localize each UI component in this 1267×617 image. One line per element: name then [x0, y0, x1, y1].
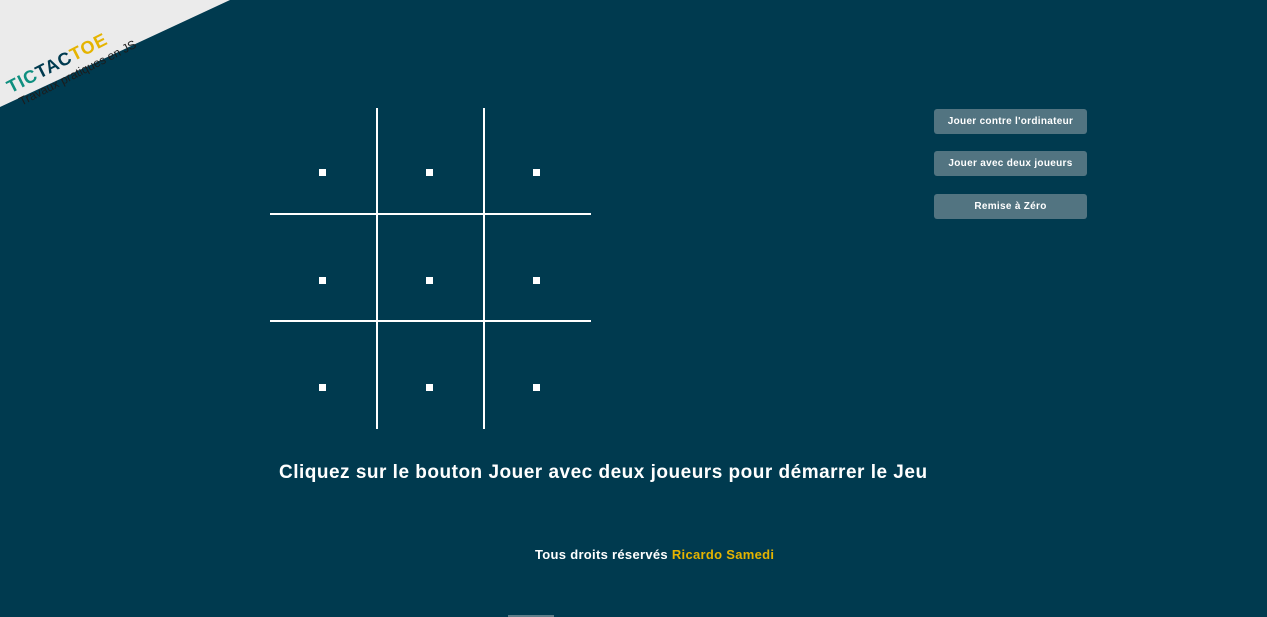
cell-marker [319, 169, 326, 176]
game-board [270, 108, 592, 430]
footer: Tous droits réservés Ricardo Samedi [535, 547, 774, 562]
board-cell-3[interactable] [484, 120, 589, 225]
board-cell-2[interactable] [377, 120, 482, 225]
play-vs-computer-button[interactable]: Jouer contre l'ordinateur [934, 109, 1087, 134]
board-cell-8[interactable] [377, 335, 482, 440]
board-cell-4[interactable] [270, 228, 375, 333]
cell-marker [426, 277, 433, 284]
cell-marker [533, 169, 540, 176]
status-message: Cliquez sur le bouton Jouer avec deux jo… [279, 462, 928, 483]
cell-marker [426, 384, 433, 391]
board-cell-9[interactable] [484, 335, 589, 440]
board-cell-1[interactable] [270, 120, 375, 225]
cell-marker [426, 169, 433, 176]
footer-rights: Tous droits réservés [535, 547, 668, 562]
cell-marker [533, 384, 540, 391]
reset-button[interactable]: Remise à Zéro [934, 194, 1087, 219]
play-two-players-button[interactable]: Jouer avec deux joueurs [934, 151, 1087, 176]
board-cell-7[interactable] [270, 335, 375, 440]
cell-marker [319, 277, 326, 284]
footer-author: Ricardo Samedi [671, 547, 775, 562]
cell-marker [533, 277, 540, 284]
board-cell-5[interactable] [377, 228, 482, 333]
corner-ribbon: TICTACTOE Travaux pratiques en JS [0, 0, 240, 110]
board-cell-6[interactable] [484, 228, 589, 333]
app-root: TICTACTOE Travaux pratiques en JS Jouer … [0, 0, 1267, 617]
cell-marker [319, 384, 326, 391]
